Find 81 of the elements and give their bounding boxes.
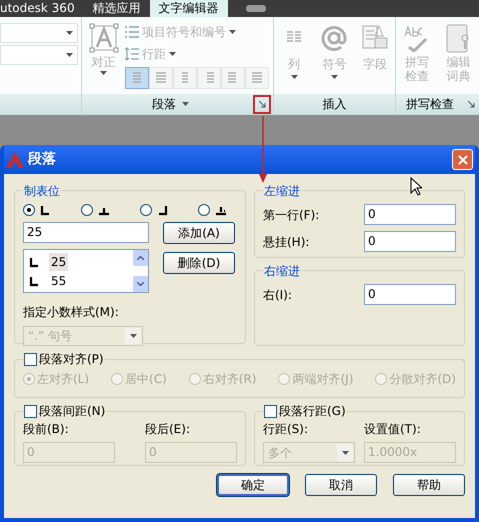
toggle-icon[interactable] [246,5,266,12]
caret-icon [229,30,236,34]
dialog-title: 段落 [28,150,56,169]
field-label: 分散对齐(D) [389,371,456,388]
scroll-up-button[interactable] [133,250,148,266]
field-label: 悬挂(H): [263,234,310,250]
checkbox[interactable] [24,404,37,418]
caret-icon [342,450,348,454]
list-item[interactable]: 25 [49,252,68,270]
chevron-up-icon [137,256,144,260]
group-title: 左缩进 [264,184,300,198]
align-lines-icon [154,72,168,84]
launcher-arrow-icon[interactable] [468,100,475,108]
caret-icon [66,53,73,57]
field-label: 两端对齐(J) [292,371,354,388]
dialog-button[interactable]: 删除(D) [163,252,235,274]
group-title: 制表位 [24,184,60,198]
field-label: 段后(E): [145,421,191,438]
panel-title: 插入 [322,96,346,113]
line-spacing-icon [125,47,139,61]
align-lines-icon [130,72,144,84]
caret-icon [169,52,176,56]
caret-icon [130,334,136,338]
book-icon [445,24,472,54]
caret-icon [290,75,298,79]
ribbon-tab[interactable]: 精选应用 [84,0,150,17]
field-label: 行距(S): [263,421,310,438]
panel-title: 拼写检查 [406,96,454,113]
field-label: 段前(B): [23,421,70,438]
launcher-arrow-icon [258,100,266,108]
dialog-button[interactable]: 帮助 [393,474,465,496]
list-icon [125,26,139,38]
panel-title: 段落 [152,96,176,113]
ribbon-tab[interactable]: utodesk 360 [0,0,84,17]
close-icon [458,154,468,164]
dialog-button[interactable]: 添加(A) [163,222,235,244]
field-label: 指定小数样式(M): [23,305,119,319]
radio-button[interactable] [23,204,35,216]
radio-button[interactable] [140,204,152,216]
scroll-down-button[interactable] [133,276,148,292]
document-icon [362,25,388,51]
app-logo-icon [6,152,24,168]
text-frame-icon [88,23,118,53]
mouse-pointer-icon [410,177,422,196]
field-label: 右对齐(R) [202,371,256,388]
ribbon-tab[interactable]: 文字编辑器 [150,0,228,17]
dialog-button[interactable]: 取消 [305,474,377,496]
field-label: 右(I): [263,286,292,304]
dialog-button[interactable]: 确定 [217,474,289,496]
tab-stop-icon [28,256,41,268]
input-field[interactable]: 25 [23,222,149,243]
tab-stop-icon [39,204,52,216]
caret-icon [330,75,338,79]
align-lines-icon [250,72,264,84]
close-button[interactable] [452,149,473,170]
at-sign-icon [321,25,348,51]
field-label: 居中(C) [125,371,167,388]
radio-button[interactable] [81,204,94,216]
input-field[interactable]: 0 [364,284,456,305]
chevron-down-icon [137,282,144,286]
field-label: 第一行(F): [263,206,320,224]
checkbox[interactable] [264,404,277,418]
radio-button[interactable] [198,204,210,216]
field-label: 段落间距(N) [39,403,106,420]
annotation-arrow [258,116,268,184]
field-label: 段落对齐(P) [39,351,104,368]
checkbox[interactable] [24,352,37,366]
caret-icon [100,71,107,75]
spellcheck-icon [404,26,430,52]
field-label: 左对齐(L) [37,371,90,388]
dialog-launcher-button[interactable] [253,94,271,114]
caret-icon [66,31,73,35]
group-title: 右缩进 [264,264,300,278]
input-field[interactable]: 0 [364,231,456,252]
list-item[interactable]: 55 [49,272,68,290]
tab-stop-icon [28,274,41,286]
tab-stop-icon [214,204,227,216]
field-label: 设置值(T): [364,421,422,438]
input-field[interactable]: 0 [364,204,456,225]
field-label: 段落行距(G) [279,403,346,420]
caret-icon [182,102,189,106]
